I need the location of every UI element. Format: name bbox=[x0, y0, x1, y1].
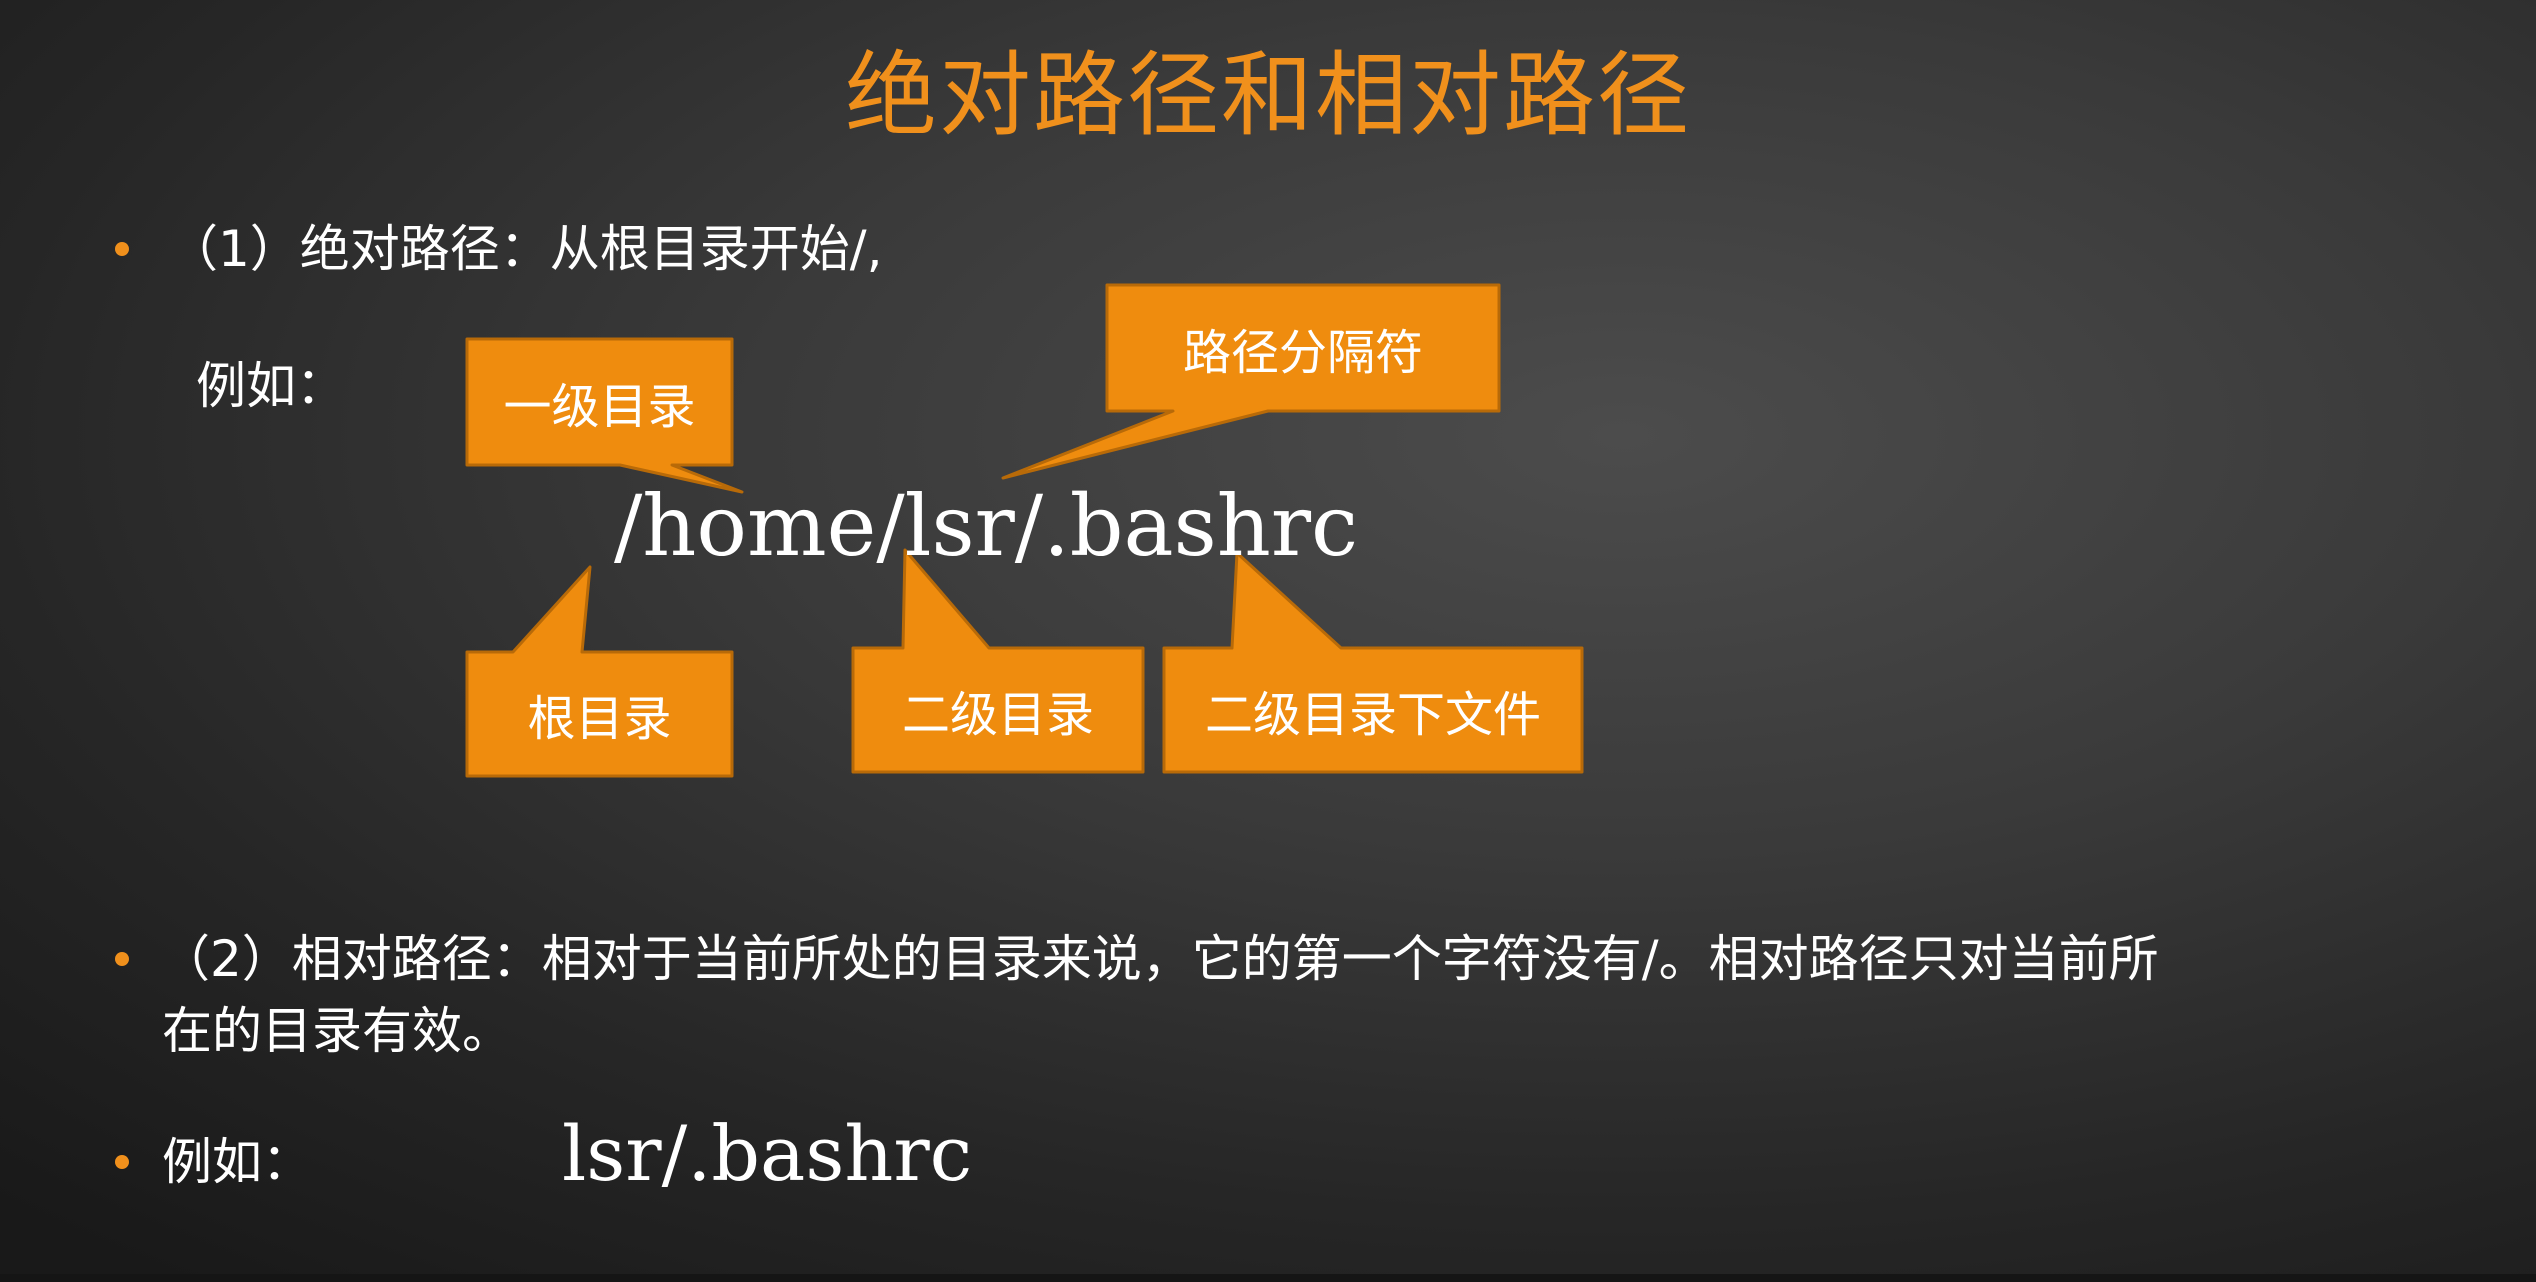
slide: 绝对路径和相对路径 （1）绝对路径：从根目录开始/, 例如： 一级目录 路径分隔… bbox=[0, 0, 2536, 1282]
callout-second-level-file-label: 二级目录下文件 bbox=[1204, 687, 1541, 743]
callout-second-level-label: 二级目录 bbox=[901, 687, 1094, 743]
absolute-path-example: /home/lsr/.bashrc bbox=[614, 477, 1359, 575]
relative-path-example: lsr/.bashrc bbox=[562, 1109, 973, 1198]
callout-separator-label: 路径分隔符 bbox=[1182, 325, 1423, 381]
callout-root-label: 根目录 bbox=[527, 691, 672, 747]
callout-shapes bbox=[465, 283, 1584, 778]
bullet-dot-relative-example bbox=[115, 1155, 129, 1169]
callout-first-level-label: 一级目录 bbox=[503, 379, 696, 435]
relative-example-label: 例如： bbox=[162, 1133, 312, 1191]
slide-bottom-strip bbox=[0, 1274, 2536, 1282]
relative-path-heading-line2: 在的目录有效。 bbox=[162, 1002, 512, 1060]
relative-path-heading-line1: （2）相对路径：相对于当前所处的目录来说，它的第一个字符没有/。相对路径只对当前… bbox=[160, 930, 2159, 988]
bullet-dot-relative bbox=[115, 952, 129, 966]
